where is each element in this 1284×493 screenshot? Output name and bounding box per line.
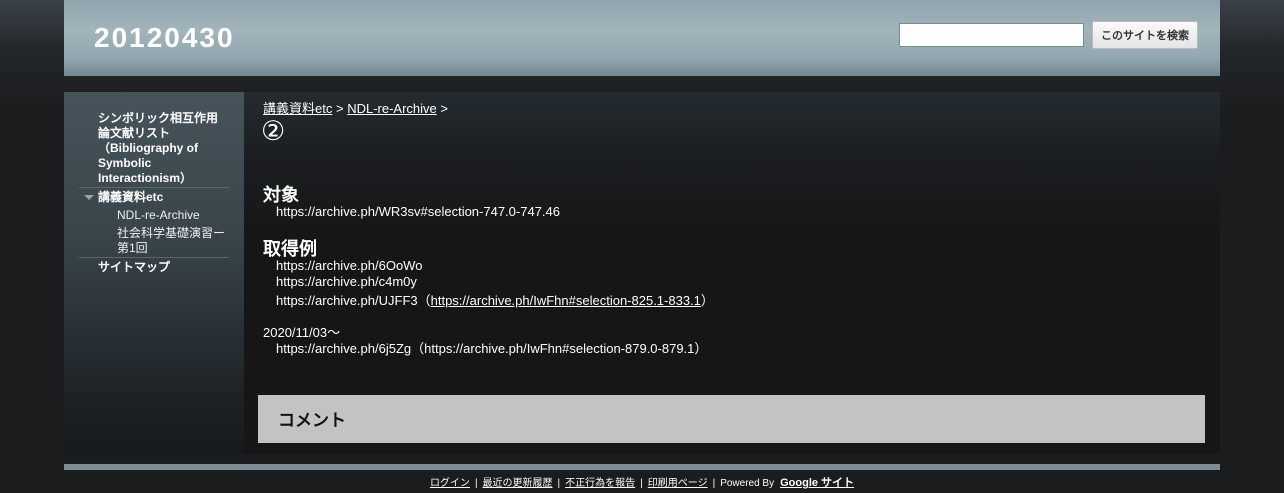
footer: ログイン | 最近の更新履歴 | 不正行為を報告 | 印刷用ページ | Powered By Go… bbox=[0, 474, 1284, 490]
site-title[interactable]: 20120430 bbox=[94, 22, 235, 54]
sidebar-item-bibliography-line: （Bibliography of bbox=[98, 141, 198, 155]
sidebar: シンボリック相互作用 論文献リスト （Bibliography of Symbo… bbox=[64, 92, 244, 454]
content-area: 講義資料etc > NDL-re-Archive > ② 対象 https://… bbox=[244, 92, 1220, 454]
example-url-link[interactable]: https://archive.ph/IwFhn#selection-825.1… bbox=[431, 293, 701, 308]
footer-print-page-link[interactable]: 印刷用ページ bbox=[648, 478, 708, 489]
sidebar-item-sitemap[interactable]: サイトマップ bbox=[98, 260, 170, 275]
sidebar-item-seminar-1[interactable]: 社会科学基礎演習ー 第1回 bbox=[117, 226, 225, 256]
breadcrumb: 講義資料etc > NDL-re-Archive > bbox=[263, 98, 448, 117]
sidebar-item-seminar-line: 社会科学基礎演習ー bbox=[117, 226, 226, 240]
target-url-text: https://archive.ph/WR3sv#selection-747.0… bbox=[276, 204, 560, 219]
footer-login-link[interactable]: ログイン bbox=[430, 478, 470, 489]
footer-separator: | bbox=[640, 478, 643, 489]
footer-divider-bar bbox=[64, 464, 1220, 470]
page-title: ② bbox=[261, 116, 286, 146]
search-button[interactable]: このサイトを検索 bbox=[1092, 21, 1198, 49]
sidebar-item-bibliography-line: シンボリック相互作用 bbox=[98, 111, 219, 125]
sidebar-item-bibliography-line: Symbolic bbox=[98, 156, 152, 170]
footer-report-abuse-link[interactable]: 不正行為を報告 bbox=[565, 478, 635, 489]
breadcrumb-separator: > bbox=[440, 101, 448, 116]
sidebar-item-bibliography[interactable]: シンボリック相互作用 論文献リスト （Bibliography of Symbo… bbox=[98, 111, 218, 186]
footer-powered-by-text: Powered By bbox=[720, 478, 775, 489]
example-url-text: https://archive.ph/UJFF3（ bbox=[276, 293, 431, 308]
footer-google-sites-link[interactable]: Google サイト bbox=[780, 477, 854, 489]
comments-section: コメント bbox=[258, 395, 1205, 443]
sidebar-item-seminar-line: 第1回 bbox=[117, 241, 148, 255]
site-header: 20120430 このサイトを検索 bbox=[64, 0, 1220, 76]
example-url-suffix: ） bbox=[700, 293, 714, 308]
sidebar-divider bbox=[79, 257, 229, 258]
footer-separator: | bbox=[474, 478, 478, 489]
sidebar-item-bibliography-line: Interactionism） bbox=[98, 171, 193, 185]
footer-recent-activity-link[interactable]: 最近の更新履歴 bbox=[483, 478, 553, 489]
footer-separator: | bbox=[557, 478, 561, 489]
breadcrumb-link-lecture-materials[interactable]: 講義資料etc bbox=[263, 101, 332, 116]
example-url-line: https://archive.ph/UJFF3（https://archive… bbox=[276, 290, 714, 309]
expand-arrow-icon[interactable] bbox=[84, 195, 94, 200]
sidebar-item-bibliography-line: 論文献リスト bbox=[98, 126, 171, 140]
sidebar-item-lecture-materials[interactable]: 講義資料etc bbox=[98, 190, 163, 205]
example-url-text: https://archive.ph/6OoWo bbox=[276, 258, 423, 273]
main-container: シンボリック相互作用 論文献リスト （Bibliography of Symbo… bbox=[64, 92, 1220, 454]
footer-separator: | bbox=[712, 478, 716, 489]
example-url-text: https://archive.ph/6j5Zg（https://archive… bbox=[276, 341, 708, 356]
comments-title: コメント bbox=[278, 411, 346, 430]
example-url-text: https://archive.ph/c4m0y bbox=[276, 274, 417, 289]
sidebar-divider bbox=[79, 187, 229, 188]
sidebar-item-ndl-re-archive[interactable]: NDL-re-Archive bbox=[117, 208, 200, 223]
breadcrumb-link-ndl-re-archive[interactable]: NDL-re-Archive bbox=[347, 101, 437, 116]
search-input[interactable] bbox=[899, 23, 1084, 47]
breadcrumb-separator: > bbox=[335, 101, 344, 116]
